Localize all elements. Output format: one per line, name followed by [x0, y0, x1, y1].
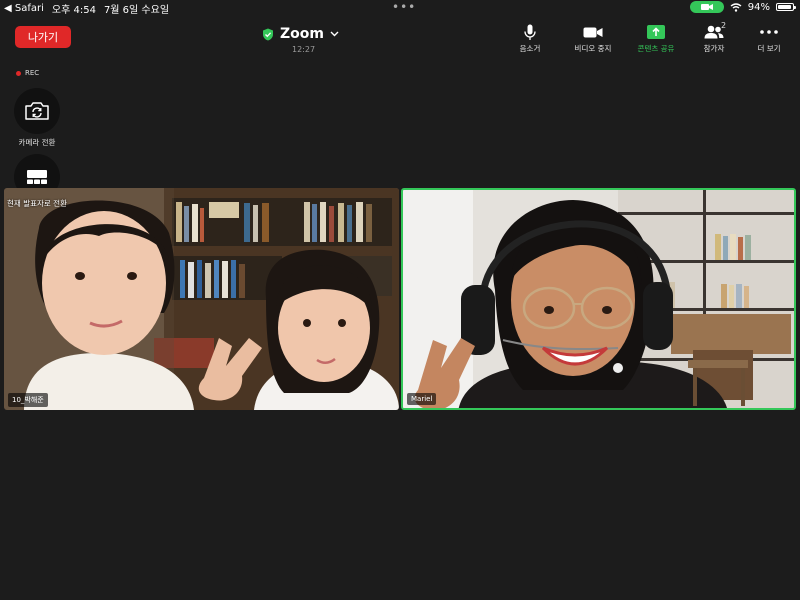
stop-video-label: 비디오 중지: [574, 44, 612, 53]
recording-dot-icon: [16, 70, 21, 76]
back-to-app-link[interactable]: ◀ Safari: [4, 3, 44, 14]
battery-percent: 94%: [747, 1, 770, 13]
meeting-elapsed-time: 12:27: [292, 45, 316, 54]
recording-label: REC: [25, 69, 40, 77]
more-button[interactable]: 더 보기: [740, 22, 798, 56]
multitasking-dots[interactable]: •••: [392, 0, 416, 14]
meeting-title-group[interactable]: Zoom 12:27: [262, 24, 342, 58]
more-label: 더 보기: [757, 44, 781, 53]
participant-name-tag: Mariel: [407, 393, 437, 405]
camera-in-use-indicator: [689, 1, 724, 13]
participants-button[interactable]: 2 참가자: [685, 21, 743, 56]
mute-label: 음소거: [519, 44, 541, 53]
shield-check-icon: [263, 28, 273, 40]
meeting-toolbar: 음소거 비디오 중지 콘텐츠 공유 2 참가자 더 보기: [510, 21, 800, 56]
recording-indicator: REC: [16, 69, 39, 77]
battery-icon: [776, 3, 796, 11]
share-content-button[interactable]: 콘텐츠 공유: [627, 22, 685, 56]
speaker-view-icon: [27, 170, 47, 184]
switch-camera-button[interactable]: [14, 88, 60, 134]
stop-video-button[interactable]: 비디오 중지: [564, 22, 622, 56]
status-bar: ◀ Safari 오후 4:54 7월 6일 수요일 ••• 94%: [0, 0, 800, 16]
meeting-title: Zoom: [280, 26, 324, 42]
participants-count-badge: 2: [721, 21, 727, 30]
wifi-icon: [730, 2, 742, 12]
camera-indicator-icon: [700, 4, 713, 10]
video-tile-participant-1[interactable]: 10_박해준: [4, 188, 399, 410]
share-content-label: 콘텐츠 공유: [637, 44, 675, 53]
camera-switch-icon: [25, 102, 49, 120]
chevron-down-icon[interactable]: [330, 31, 339, 37]
participant-name-tag: 10_박해준: [8, 393, 48, 407]
participant-2-video-feed: [403, 190, 794, 408]
participant-1-video-feed: [4, 188, 399, 410]
share-screen-icon: [647, 25, 665, 39]
video-tile-participant-2[interactable]: Mariel: [401, 188, 796, 410]
mute-button[interactable]: 음소거: [501, 22, 559, 56]
participants-label: 참가자: [703, 44, 725, 53]
status-date: 7월 6일 수요일: [103, 5, 170, 16]
switch-view-label: 현재 발표자로 전환: [7, 199, 67, 208]
microphone-icon: [524, 24, 536, 40]
more-icon: [760, 30, 778, 34]
status-time: 오후 4:54: [51, 5, 96, 16]
video-camera-icon: [583, 27, 603, 37]
switch-camera-label: 카메라 전환: [18, 138, 56, 147]
leave-button[interactable]: 나가기: [15, 26, 71, 48]
